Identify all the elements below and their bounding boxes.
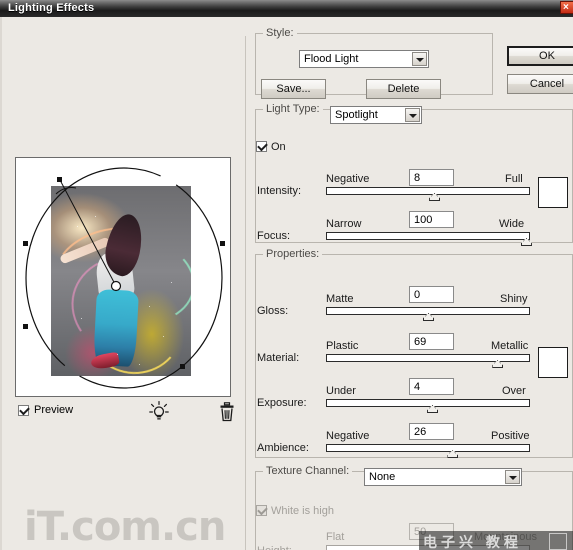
ambience-label: Ambience: <box>257 442 309 454</box>
height-label: Height: <box>257 545 292 550</box>
material-left-label: Plastic <box>326 340 358 352</box>
trash-icon[interactable] <box>218 401 236 423</box>
texture-channel-group-label: Texture Channel: <box>263 465 352 477</box>
material-label: Material: <box>257 352 299 364</box>
properties-group-label: Properties: <box>263 248 322 260</box>
save-button[interactable]: Save... <box>261 79 326 99</box>
light-on-checkbox[interactable] <box>256 141 267 152</box>
intensity-slider-track[interactable] <box>326 187 530 195</box>
focus-label: Focus: <box>257 230 290 242</box>
exposure-slider-track[interactable] <box>326 399 530 407</box>
intensity-color-swatch[interactable] <box>538 177 568 208</box>
texture-channel-select[interactable]: None <box>364 468 522 486</box>
preview-checkbox[interactable] <box>18 405 29 416</box>
material-right-label: Metallic <box>491 340 528 352</box>
texture-channel-select-value: None <box>369 471 395 483</box>
exposure-value-field[interactable]: 4 <box>409 378 454 395</box>
light-on-label: On <box>271 141 286 153</box>
style-select[interactable]: Flood Light <box>299 50 429 68</box>
height-left-label: Flat <box>326 531 344 543</box>
gloss-value-field[interactable]: 0 <box>409 286 454 303</box>
material-color-swatch[interactable] <box>538 347 568 378</box>
intensity-slider[interactable] <box>326 187 530 196</box>
intensity-left-label: Negative <box>326 173 369 185</box>
preview-image <box>51 186 191 376</box>
panel-divider <box>245 36 246 550</box>
exposure-slider[interactable] <box>326 399 530 408</box>
ambience-right-label: Positive <box>491 430 530 442</box>
intensity-label: Intensity: <box>257 185 301 197</box>
preview-checkbox-label: Preview <box>34 404 73 416</box>
light-type-select[interactable]: Spotlight <box>330 106 422 124</box>
light-bulb-icon[interactable] <box>149 401 169 423</box>
delete-button[interactable]: Delete <box>366 79 441 99</box>
window-title: Lighting Effects <box>8 2 94 14</box>
material-value-field[interactable]: 69 <box>409 333 454 350</box>
height-value-field[interactable]: 50 <box>409 523 454 540</box>
height-right-label: Mountainous <box>474 531 537 543</box>
focus-slider-track[interactable] <box>326 232 530 240</box>
focus-right-label: Wide <box>499 218 524 230</box>
exposure-label: Exposure: <box>257 397 307 409</box>
chevron-down-icon[interactable] <box>505 470 520 484</box>
gloss-label: Gloss: <box>257 305 288 317</box>
style-group-label: Style: <box>263 27 297 39</box>
gloss-right-label: Shiny <box>500 293 528 305</box>
dialog-body: Preview <box>0 17 573 550</box>
material-slider[interactable] <box>326 354 530 363</box>
ambience-left-label: Negative <box>326 430 369 442</box>
gloss-left-label: Matte <box>326 293 354 305</box>
exposure-left-label: Under <box>326 385 356 397</box>
white-is-high-label: White is high <box>271 505 334 517</box>
height-slider-track[interactable] <box>326 545 530 550</box>
white-is-high-checkbox[interactable] <box>256 505 267 516</box>
site-watermark-left: iT.com.cn <box>24 504 225 550</box>
close-glyph: × <box>563 2 569 13</box>
exposure-right-label: Over <box>502 385 526 397</box>
ambience-slider[interactable] <box>326 444 530 453</box>
light-type-select-value: Spotlight <box>335 109 378 121</box>
ambience-value-field[interactable]: 26 <box>409 423 454 440</box>
cancel-button[interactable]: Cancel <box>507 74 573 94</box>
height-slider[interactable] <box>326 545 530 550</box>
chevron-down-icon[interactable] <box>412 52 427 66</box>
light-type-group-label: Light Type: <box>263 103 323 115</box>
preview-canvas[interactable] <box>15 157 231 397</box>
lighting-effects-dialog: Lighting Effects × <box>0 0 573 550</box>
focus-value-field[interactable]: 100 <box>409 211 454 228</box>
gloss-slider[interactable] <box>326 307 530 316</box>
close-icon[interactable]: × <box>560 1 573 14</box>
focus-slider[interactable] <box>326 232 530 241</box>
ambience-slider-track[interactable] <box>326 444 530 452</box>
intensity-right-label: Full <box>505 173 523 185</box>
intensity-value-field[interactable]: 8 <box>409 169 454 186</box>
window-titlebar: Lighting Effects × <box>0 0 573 18</box>
style-select-value: Flood Light <box>304 53 358 65</box>
material-slider-track[interactable] <box>326 354 530 362</box>
chevron-down-icon[interactable] <box>405 108 420 122</box>
preview-controls: Preview <box>15 402 231 424</box>
ok-button[interactable]: OK <box>507 46 573 66</box>
focus-left-label: Narrow <box>326 218 361 230</box>
